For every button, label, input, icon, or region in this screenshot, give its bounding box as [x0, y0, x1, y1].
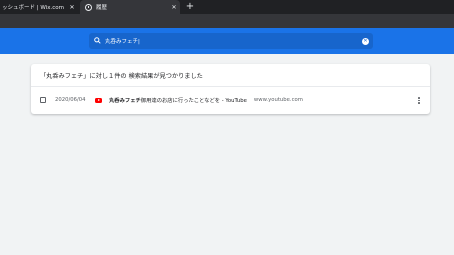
youtube-favicon-icon: [95, 97, 102, 103]
search-input[interactable]: 丸呑みフェチ|: [105, 37, 362, 45]
results-card: 「丸呑みフェチ」に対し１件の 検索結果が見つかりました 2020/06/04 丸…: [31, 64, 430, 114]
browser-toolbar: [0, 14, 454, 28]
entry-checkbox[interactable]: [40, 97, 46, 103]
history-search-bar[interactable]: 丸呑みフェチ| ✕: [89, 33, 373, 49]
entry-domain: www.youtube.com: [253, 97, 303, 103]
tab-history[interactable]: 履歴 ✕: [80, 0, 180, 14]
entry-title-match: 丸呑みフェチ: [109, 98, 141, 104]
tab-close-icon[interactable]: ✕: [68, 4, 76, 11]
search-icon: [93, 36, 101, 46]
divider: [31, 86, 430, 87]
results-summary: 「丸呑みフェチ」に対し１件の 検索結果が見つかりました: [40, 73, 203, 80]
entry-title-link[interactable]: 丸呑みフェチ御用達のお店に行ったことなどを - YouTube: [109, 96, 247, 104]
clear-search-icon[interactable]: ✕: [362, 37, 369, 45]
new-tab-button[interactable]: +: [184, 0, 196, 14]
tab-close-icon[interactable]: ✕: [170, 4, 178, 11]
tab-title: ッシュボード | Wix.com: [2, 5, 64, 11]
tab-strip: ッシュボード | Wix.com ✕ 履歴 ✕ +: [0, 0, 454, 14]
entry-title-rest: 御用達のお店に行ったことなどを - YouTube: [140, 98, 247, 104]
history-icon: [85, 3, 92, 11]
entry-date: 2020/06/04: [55, 97, 86, 103]
history-entry[interactable]: 2020/06/04 丸呑みフェチ御用達のお店に行ったことなどを - YouTu…: [31, 94, 430, 106]
tab-wix-dashboard[interactable]: ッシュボード | Wix.com ✕: [0, 0, 78, 14]
tab-title: 履歴: [96, 5, 108, 11]
more-actions-icon[interactable]: [418, 97, 420, 105]
